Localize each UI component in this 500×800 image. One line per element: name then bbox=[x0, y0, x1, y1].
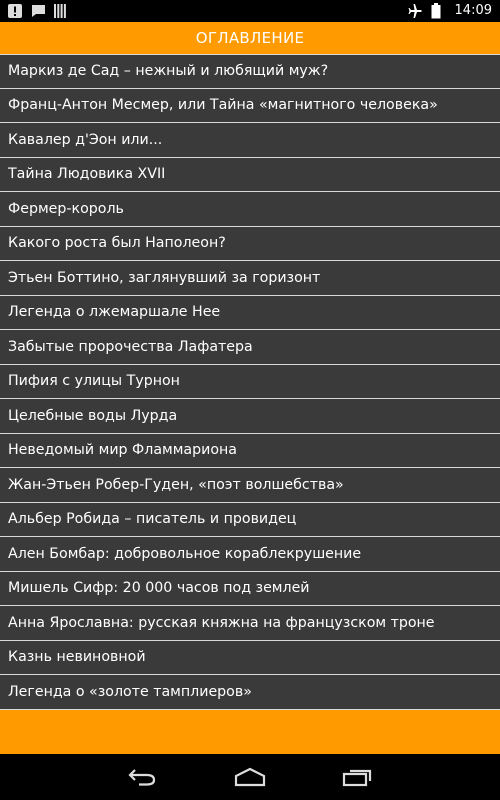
airplane-mode-icon bbox=[407, 3, 423, 19]
alert-icon bbox=[8, 3, 24, 19]
home-button[interactable] bbox=[233, 765, 267, 789]
toc-item[interactable]: Жан-Этьен Робер-Гуден, «поэт волшебства» bbox=[0, 468, 500, 503]
toc-item[interactable]: Тайна Людовика XVII bbox=[0, 158, 500, 192]
signal-bars-icon bbox=[54, 3, 70, 19]
toc-item[interactable]: Фермер-король bbox=[0, 192, 500, 227]
app-header: ОГЛАВЛЕНИЕ bbox=[0, 22, 500, 54]
toc-item[interactable]: Пифия с улицы Турнон bbox=[0, 365, 500, 399]
chat-icon bbox=[31, 3, 47, 19]
toc-item[interactable]: Неведомый мир Фламмариона bbox=[0, 434, 500, 468]
navigation-bar bbox=[0, 754, 500, 800]
page-title: ОГЛАВЛЕНИЕ bbox=[195, 29, 305, 47]
toc-item[interactable]: Казнь невиновной bbox=[0, 641, 500, 675]
bottom-bar bbox=[0, 710, 500, 754]
recent-apps-icon bbox=[342, 769, 372, 787]
toc-item[interactable]: Какого роста был Наполеон? bbox=[0, 227, 500, 261]
toc-item[interactable]: Анна Ярославна: русская княжна на францу… bbox=[0, 606, 500, 641]
toc-item[interactable]: Маркиз де Сад – нежный и любящий муж? bbox=[0, 54, 500, 89]
toc-list[interactable]: Маркиз де Сад – нежный и любящий муж? Фр… bbox=[0, 54, 500, 710]
toc-item[interactable]: Целебные воды Лурда bbox=[0, 399, 500, 434]
battery-icon bbox=[431, 3, 447, 19]
toc-item[interactable]: Ален Бомбар: добровольное кораблекрушени… bbox=[0, 537, 500, 572]
toc-item[interactable]: Мишель Сифр: 20 000 часов под землей bbox=[0, 572, 500, 606]
back-icon bbox=[128, 769, 156, 786]
home-icon bbox=[234, 767, 266, 787]
status-right-icons: 14:09 bbox=[407, 2, 492, 20]
toc-item[interactable]: Легенда о «золоте тамплиеров» bbox=[0, 675, 500, 710]
recent-apps-button[interactable] bbox=[341, 765, 375, 789]
toc-item[interactable]: Этьен Боттино, заглянувший за горизонт bbox=[0, 261, 500, 296]
toc-item[interactable]: Кавалер д'Эон или... bbox=[0, 123, 500, 158]
toc-item[interactable]: Альбер Робида – писатель и провидец bbox=[0, 503, 500, 537]
status-bar: 14:09 bbox=[0, 0, 500, 22]
back-button[interactable] bbox=[125, 765, 159, 789]
toc-item[interactable]: Забытые пророчества Лафатера bbox=[0, 330, 500, 365]
status-time: 14:09 bbox=[454, 3, 492, 18]
status-left-icons bbox=[8, 3, 70, 19]
toc-item[interactable]: Легенда о лжемаршале Нее bbox=[0, 296, 500, 330]
toc-item[interactable]: Франц-Антон Месмер, или Тайна «магнитног… bbox=[0, 89, 500, 123]
